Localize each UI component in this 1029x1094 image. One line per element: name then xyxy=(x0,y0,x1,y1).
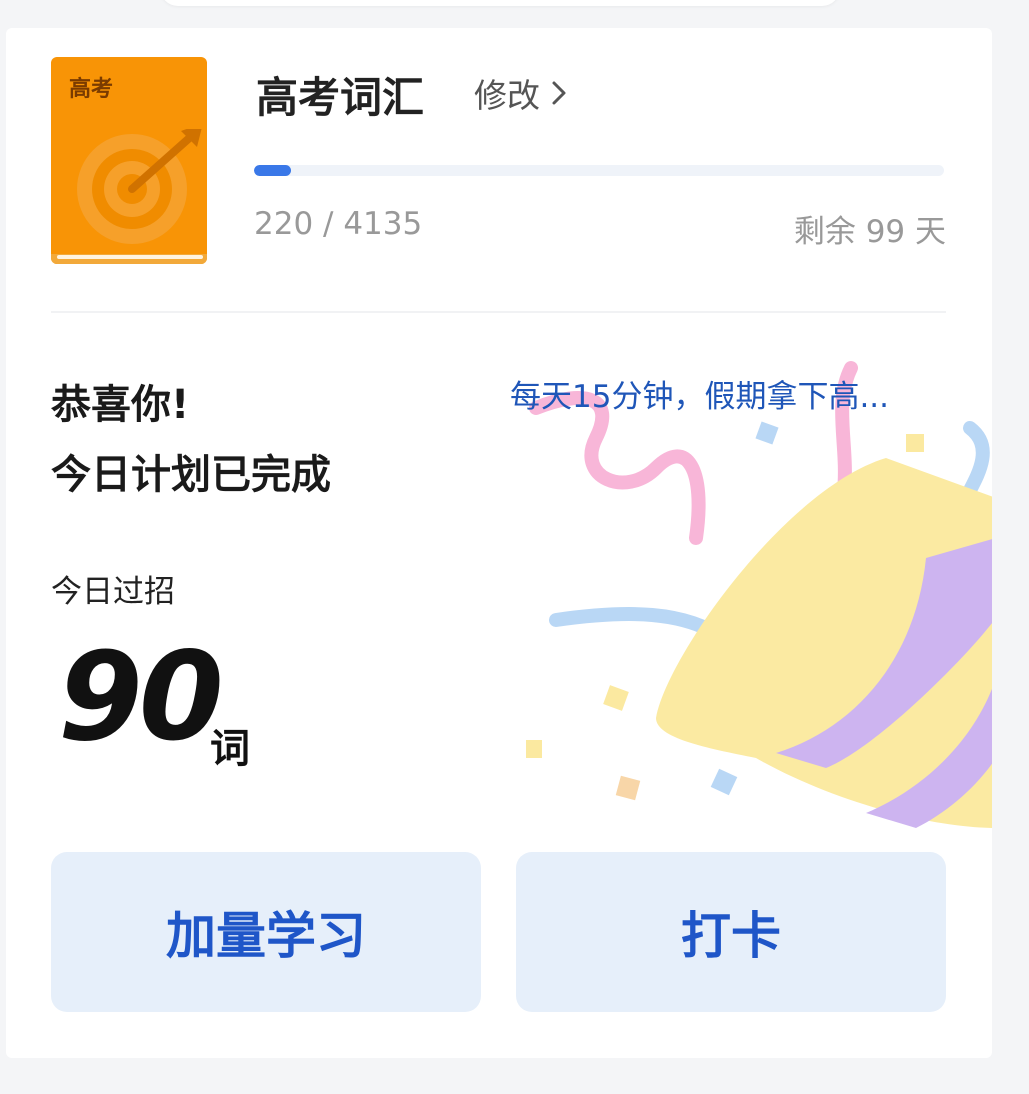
section-divider xyxy=(51,311,946,313)
progress-count: 220 / 4135 xyxy=(254,206,423,242)
book-cover[interactable]: 高考 xyxy=(51,57,207,264)
book-title: 高考词汇 xyxy=(256,73,425,122)
congrats-message: 恭喜你! 今日计划已完成 xyxy=(51,370,331,510)
previous-card-edge xyxy=(160,0,840,6)
congrats-line-1: 恭喜你! xyxy=(51,382,190,428)
today-words-count: 90 xyxy=(58,626,224,768)
progress-fill xyxy=(254,165,291,176)
today-words-label: 今日过招 xyxy=(51,574,175,610)
congrats-line-2: 今日计划已完成 xyxy=(51,452,331,498)
book-cover-label: 高考 xyxy=(69,77,114,102)
extra-study-button[interactable]: 加量学习 xyxy=(51,852,481,1012)
edit-book-button[interactable]: 修改 xyxy=(474,69,568,117)
target-icon xyxy=(77,129,202,244)
chevron-right-icon xyxy=(552,81,566,105)
book-page-edge xyxy=(51,254,207,264)
days-remaining: 剩余 99 天 xyxy=(793,214,946,250)
progress-bar xyxy=(254,165,944,176)
party-popper-icon xyxy=(526,361,992,828)
today-words-unit: 词 xyxy=(210,726,250,772)
check-in-button[interactable]: 打卡 xyxy=(516,852,946,1012)
study-plan-card: 高考 高考词汇 修改 220 / 4135 剩余 99 天 恭喜你! 今日计划已… xyxy=(6,28,992,1058)
promo-slogan-link[interactable]: 每天15分钟，假期拿下高... xyxy=(510,371,950,416)
edit-label: 修改 xyxy=(474,76,540,115)
